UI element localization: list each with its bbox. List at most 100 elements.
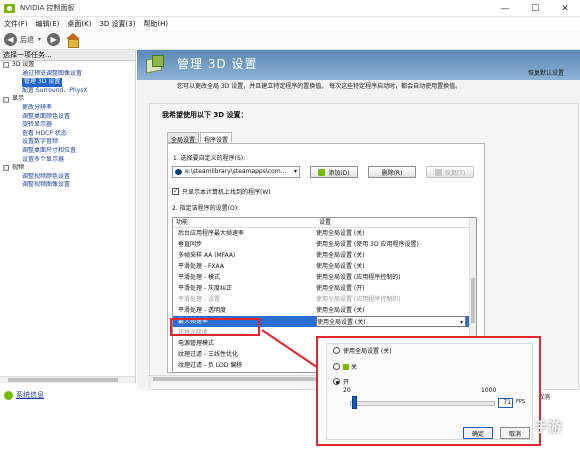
tree-category[interactable]: □ 视频 bbox=[0, 164, 135, 173]
program-icon bbox=[175, 169, 182, 175]
option-on[interactable]: 开 bbox=[333, 377, 349, 386]
only-show-label: 只显示本计算机上找到的程序(W) bbox=[182, 189, 271, 196]
frame-rate-slider-thumb[interactable] bbox=[351, 396, 357, 409]
grid-row[interactable]: 平滑处理 - 设置 使用全局设置 (应用程序控制的) bbox=[173, 294, 476, 305]
menu-bar: 文件(F) 编辑(E) 桌面(K) 3D 设置(3) 帮助(H) bbox=[0, 17, 580, 30]
fps-input[interactable]: 71 bbox=[498, 398, 513, 408]
menu-file[interactable]: 文件(F) bbox=[4, 19, 28, 29]
feature-cell: 多帧采样 AA (MFAA) bbox=[178, 252, 236, 259]
radio-off[interactable] bbox=[333, 363, 340, 370]
chevron-down-icon[interactable]: ▾ bbox=[294, 167, 297, 177]
ok-button[interactable]: 确定 bbox=[463, 427, 493, 439]
only-show-checkbox[interactable]: ✓ bbox=[172, 188, 179, 195]
scrollbar-thumb[interactable] bbox=[153, 377, 323, 381]
menu-help[interactable]: 帮助(H) bbox=[143, 19, 168, 29]
back-icon[interactable]: ◀ bbox=[4, 33, 17, 46]
step2-label: 2. 指定该程序的设置(O): bbox=[172, 205, 240, 212]
maximize-button[interactable]: ☐ bbox=[520, 0, 550, 17]
feature-cell: 平滑处理 - 透明度 bbox=[178, 307, 226, 314]
system-info-link[interactable]: 系统信息 bbox=[4, 390, 44, 400]
tree-item[interactable]: 调整桌面尺寸和位置 bbox=[0, 147, 135, 156]
scrollbar-thumb[interactable] bbox=[471, 278, 475, 323]
watermark: 手游 bbox=[534, 420, 562, 436]
step1-label: 1. 选择要自定义的程序(S): bbox=[173, 155, 246, 162]
tree-item-label: 调整桌面颜色设置 bbox=[22, 112, 71, 120]
feature-cell: 垂直同步 bbox=[178, 241, 203, 248]
menu-edit[interactable]: 编辑(E) bbox=[36, 19, 60, 29]
grid-row[interactable]: 多帧采样 AA (MFAA) 使用全局设置 (关) bbox=[173, 250, 476, 261]
cancel-button[interactable]: 取消 bbox=[500, 427, 530, 439]
restore-defaults-link[interactable]: 恢复默认设置 bbox=[528, 68, 564, 77]
grid-row[interactable]: 平滑处理 - 透明度 使用全局设置 (关) bbox=[173, 305, 476, 316]
radio-on[interactable] bbox=[333, 378, 340, 385]
setting-value: 使用全局设置 (关) bbox=[316, 230, 365, 237]
setting-cell[interactable]: 使用全局设置 (关) ▾ bbox=[316, 316, 466, 327]
tree-category[interactable]: □ 3D 设置 bbox=[0, 61, 135, 70]
scrollbar-thumb[interactable] bbox=[8, 378, 118, 382]
tab-global-settings[interactable]: 全局设置 bbox=[167, 132, 200, 144]
page-title: 管理 3D 设置 bbox=[177, 57, 258, 71]
tree-item[interactable]: 调整视频颜色设置 bbox=[0, 173, 135, 182]
feature-cell: 后台应用程序最大帧速率 bbox=[178, 230, 245, 237]
expand-toggle-icon[interactable]: □ bbox=[3, 96, 9, 103]
grid-row[interactable]: 后台应用程序最大帧速率 使用全局设置 (关) bbox=[173, 228, 476, 239]
task-tree-pane: 选择一项任务... □ 3D 设置 通过预览调整图像设置 管理 3D 设置 配置 Sur… bbox=[0, 50, 136, 383]
menu-3d-settings[interactable]: 3D 设置(3) bbox=[99, 19, 135, 29]
expand-toggle-icon[interactable]: □ bbox=[3, 62, 9, 69]
forward-icon[interactable]: ▶ bbox=[47, 33, 61, 46]
grid-row[interactable]: 平滑处理 - FXAA 使用全局设置 (关) bbox=[173, 261, 476, 272]
tree-item[interactable]: 配置 Surround、PhysX bbox=[0, 87, 135, 96]
back-dropdown-icon[interactable]: ▾ bbox=[38, 36, 41, 43]
tree-item[interactable]: 调整视频图像设置 bbox=[0, 181, 135, 190]
popup-panel bbox=[326, 343, 533, 440]
option-off-label: 关 bbox=[351, 364, 358, 371]
page-header-band: 管理 3D 设置 恢复默认设置 bbox=[137, 50, 580, 80]
home-icon[interactable] bbox=[65, 33, 81, 48]
frame-rate-slider-track[interactable] bbox=[350, 401, 495, 406]
add-program-label: 添加(D) bbox=[328, 169, 350, 177]
chevron-down-icon[interactable]: ▾ bbox=[460, 317, 463, 326]
tree-item[interactable]: 查看 HDCP 状态 bbox=[0, 130, 135, 139]
tree-item-label: 显示 bbox=[12, 95, 25, 103]
setting-value: 使用全局设置 (关) bbox=[316, 252, 365, 259]
minimize-button[interactable]: — bbox=[490, 0, 520, 17]
grid-row[interactable]: 平滑处理 - 灰度纠正 使用全局设置 (开) bbox=[173, 283, 476, 294]
restore-icon bbox=[434, 168, 442, 176]
back-label[interactable]: 后退 bbox=[20, 35, 34, 45]
slider-min-label: 20 bbox=[343, 387, 351, 394]
tree-category[interactable]: □ 显示 bbox=[0, 95, 135, 104]
tab-program-settings[interactable]: 程序设置 bbox=[200, 132, 233, 144]
tree-item[interactable]: 旋转显示器 bbox=[0, 121, 135, 130]
toolbar: ◀ 后退 ▾ ▶ bbox=[0, 30, 580, 50]
expand-toggle-icon[interactable]: □ bbox=[3, 165, 9, 172]
radio-use-global[interactable] bbox=[333, 347, 340, 354]
feature-cell: 平滑处理 - FXAA bbox=[178, 263, 224, 270]
only-show-found-programs[interactable]: ✓ 只显示本计算机上找到的程序(W) bbox=[172, 187, 271, 196]
tree-item[interactable]: 通过预览调整图像设置 bbox=[0, 70, 135, 79]
remove-program-button[interactable]: 删除(R) bbox=[368, 166, 416, 178]
setting-cell: 使用全局设置 (关) bbox=[316, 305, 466, 316]
tree-item[interactable]: 管理 3D 设置 bbox=[0, 78, 135, 87]
option-use-global[interactable]: 使用全局设置 (关) bbox=[333, 346, 392, 355]
close-button[interactable]: ✕ bbox=[550, 0, 580, 17]
tree-item[interactable]: 更改分辨率 bbox=[0, 104, 135, 113]
grid-row[interactable]: 平滑处理 - 模式 使用全局设置 (应用程序控制的) bbox=[173, 272, 476, 283]
task-pane-header: 选择一项任务... bbox=[0, 50, 135, 61]
restore-program-button[interactable]: 恢复(T) bbox=[426, 166, 474, 178]
system-info-label[interactable]: 系统信息 bbox=[16, 390, 44, 400]
remove-program-label: 删除(R) bbox=[381, 169, 403, 177]
tree-item-label: 调整桌面尺寸和位置 bbox=[22, 146, 77, 154]
option-off[interactable]: 关 bbox=[333, 362, 357, 371]
grid-row[interactable]: 垂直同步 使用全局设置 (使用 3D 应用程序设置) bbox=[173, 239, 476, 250]
feature-cell: 平滑处理 - 灰度纠正 bbox=[178, 285, 232, 292]
tree-item[interactable]: 设置数字音频 bbox=[0, 138, 135, 147]
grid-header: 功能 设置 bbox=[173, 218, 476, 228]
tree-horizontal-scrollbar[interactable] bbox=[0, 376, 135, 383]
tree-item[interactable]: 设置多个显示器 bbox=[0, 156, 135, 165]
tree-item-label: 调整视频图像设置 bbox=[22, 181, 71, 189]
menu-desktop[interactable]: 桌面(K) bbox=[67, 19, 91, 29]
system-info-icon bbox=[4, 390, 13, 400]
tree-item[interactable]: 调整桌面颜色设置 bbox=[0, 113, 135, 122]
add-program-button[interactable]: 添加(D) bbox=[310, 166, 358, 178]
program-select[interactable]: e:\steamlibrary\steamapps\com... ▾ bbox=[172, 166, 300, 178]
